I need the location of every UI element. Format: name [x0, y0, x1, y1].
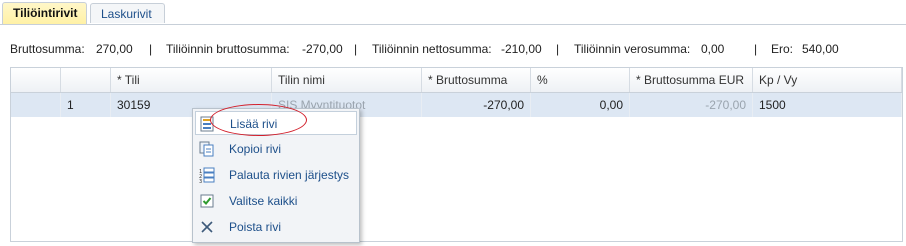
menu-item-kopioi-rivi[interactable]: Kopioi rivi	[195, 137, 357, 161]
menu-item-lisaa-rivi[interactable]: Lisää rivi	[195, 111, 357, 135]
col-header-tili[interactable]: * Tili	[111, 68, 272, 92]
tiliointi-netto-label: Tiliöinnin nettosumma:	[372, 42, 492, 56]
menu-item-poista-rivi[interactable]: Poista rivi	[195, 215, 357, 239]
menu-item-label: Poista rivi	[229, 220, 282, 234]
copy-row-icon	[199, 141, 215, 157]
ero-value: 540,00	[802, 42, 839, 56]
grid-header: * Tili Tilin nimi * Bruttosumma % * Brut…	[11, 68, 902, 93]
menu-item-valitse-kaikki[interactable]: Valitse kaikki	[195, 189, 357, 213]
tiliointi-vero-label: Tiliöinnin verosumma:	[574, 42, 691, 56]
col-header-bruttosumma[interactable]: * Bruttosumma	[422, 68, 531, 92]
menu-item-label: Lisää rivi	[230, 117, 278, 131]
brutto-value: 270,00	[96, 42, 133, 56]
cell-kp-vy[interactable]: 1500	[753, 93, 902, 117]
row-number: 1	[61, 93, 111, 117]
col-header-select[interactable]	[11, 68, 61, 92]
cell-bruttosumma[interactable]: -270,00	[422, 93, 531, 117]
tab-bar: Tiliöintirivit Laskurivit	[0, 0, 906, 25]
separator: |	[354, 42, 358, 56]
row-select-cell[interactable]	[11, 93, 61, 117]
menu-item-label: Palauta rivien järjestys	[229, 168, 350, 182]
tiliointi-netto-value: -210,00	[501, 42, 542, 56]
tab-tilioointirivit[interactable]: Tiliöintirivit	[2, 2, 87, 24]
cell-percent[interactable]: 0,00	[531, 93, 630, 117]
menu-item-label: Kopioi rivi	[229, 142, 282, 156]
separator: |	[556, 42, 560, 56]
col-header-tilin-nimi[interactable]: Tilin nimi	[272, 68, 422, 92]
add-row-icon	[200, 116, 216, 132]
menu-item-palauta-jarjestys[interactable]: 123 Palauta rivien järjestys	[195, 163, 357, 187]
col-header-kp-vy[interactable]: Kp / Vy	[753, 68, 902, 92]
tiliointi-grid: * Tili Tilin nimi * Bruttosumma % * Brut…	[10, 67, 903, 242]
separator: |	[149, 42, 153, 56]
tiliointi-vero-value: 0,00	[701, 42, 725, 56]
select-all-icon	[199, 193, 215, 209]
menu-item-label: Valitse kaikki	[229, 194, 298, 208]
tiliointi-brutto-value: -270,00	[302, 42, 343, 56]
svg-text:3: 3	[199, 179, 202, 183]
separator: |	[754, 42, 758, 56]
cell-bruttosumma-eur: -270,00	[630, 93, 753, 117]
col-header-number[interactable]	[61, 68, 111, 92]
reset-order-icon: 123	[199, 167, 215, 185]
col-header-bruttosumma-eur[interactable]: * Bruttosumma EUR	[630, 68, 753, 92]
ero-label: Ero:	[771, 42, 794, 56]
tab-laskurivit[interactable]: Laskurivit	[90, 3, 165, 23]
context-menu: Lisää rivi Kopioi rivi 123 Palauta rivie…	[192, 108, 360, 243]
tiliointi-brutto-label: Tiliöinnin bruttosumma:	[166, 42, 290, 56]
table-row[interactable]: 1 30159 SIS Myyntituotot -270,00 0,00 -2…	[11, 93, 902, 117]
brutto-label: Bruttosumma:	[10, 42, 85, 56]
col-header-percent[interactable]: %	[531, 68, 630, 92]
delete-row-icon	[199, 219, 215, 235]
